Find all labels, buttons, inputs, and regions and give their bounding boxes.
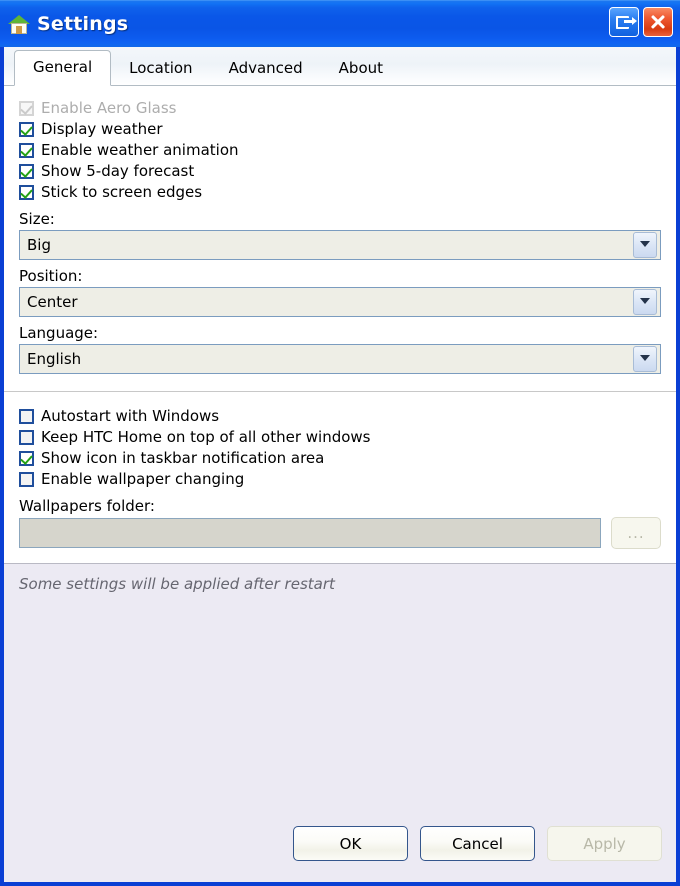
dropdown-position[interactable]: Center <box>19 287 661 317</box>
checkbox-row-show-tray-icon[interactable]: Show icon in taskbar notification area <box>19 448 661 469</box>
label-language: Language: <box>19 324 99 342</box>
dropdown-size[interactable]: Big <box>19 230 661 260</box>
wallpapers-folder-input[interactable] <box>19 518 601 548</box>
browse-folder-button[interactable]: ... <box>611 517 661 549</box>
checkbox-row-enable-aero-glass: Enable Aero Glass <box>19 98 661 119</box>
apply-button: Apply <box>547 826 662 861</box>
chevron-down-icon[interactable] <box>633 289 657 315</box>
checkbox-display-weather[interactable] <box>19 122 34 137</box>
dropdown-size-value: Big <box>27 235 51 254</box>
checkbox-label: Autostart with Windows <box>41 407 220 425</box>
tab-label: General <box>33 58 93 76</box>
tray-arrow-icon <box>624 17 637 25</box>
checkbox-label: Show 5-day forecast <box>41 162 195 180</box>
tab-label: About <box>338 59 384 77</box>
checkbox-label: Enable weather animation <box>41 141 239 159</box>
status-message: Some settings will be applied after rest… <box>19 575 335 593</box>
tab-content-general: Enable Aero Glass Display weather Enable… <box>4 86 676 882</box>
title-bar-buttons <box>609 7 673 37</box>
checkbox-enable-aero-glass <box>19 101 34 116</box>
checkbox-keep-on-top[interactable] <box>19 430 34 445</box>
tab-advanced[interactable]: Advanced <box>211 53 321 85</box>
checkbox-show-5-day-forecast[interactable] <box>19 164 34 179</box>
checkbox-row-enable-wallpaper-changing[interactable]: Enable wallpaper changing <box>19 469 661 490</box>
checkbox-row-stick-to-screen-edges[interactable]: Stick to screen edges <box>19 182 661 203</box>
close-button[interactable] <box>643 7 673 37</box>
cancel-button[interactable]: Cancel <box>420 826 535 861</box>
checkbox-label: Enable Aero Glass <box>41 99 177 117</box>
dropdown-language[interactable]: English <box>19 344 661 374</box>
window-title: Settings <box>37 13 129 35</box>
checkbox-row-display-weather[interactable]: Display weather <box>19 119 661 140</box>
chevron-down-icon[interactable] <box>633 346 657 372</box>
chevron-down-icon[interactable] <box>633 232 657 258</box>
dialog-footer: Some settings will be applied after rest… <box>4 563 676 882</box>
checkbox-row-show-5-day-forecast[interactable]: Show 5-day forecast <box>19 161 661 182</box>
label-position: Position: <box>19 267 83 285</box>
tab-label: Location <box>129 59 193 77</box>
checkbox-label: Stick to screen edges <box>41 183 203 201</box>
checkbox-label: Show icon in taskbar notification area <box>41 449 325 467</box>
checkbox-row-keep-on-top[interactable]: Keep HTC Home on top of all other window… <box>19 427 661 448</box>
minimize-to-tray-button[interactable] <box>609 7 639 37</box>
settings-window: Settings General Location Advanced About… <box>0 0 680 886</box>
dialog-button-bar: OK Cancel Apply <box>4 826 676 882</box>
tab-location[interactable]: Location <box>111 53 210 85</box>
title-bar: Settings <box>0 0 680 47</box>
tab-label: Advanced <box>228 59 303 77</box>
tab-general[interactable]: General <box>14 50 112 86</box>
system-settings-group: Autostart with Windows Keep HTC Home on … <box>4 392 676 563</box>
checkbox-label: Enable wallpaper changing <box>41 470 245 488</box>
checkbox-row-enable-weather-animation[interactable]: Enable weather animation <box>19 140 661 161</box>
label-wallpapers-folder: Wallpapers folder: <box>19 497 155 515</box>
checkbox-row-autostart-with-windows[interactable]: Autostart with Windows <box>19 406 661 427</box>
checkbox-label: Display weather <box>41 120 163 138</box>
checkbox-show-tray-icon[interactable] <box>19 451 34 466</box>
checkbox-stick-to-screen-edges[interactable] <box>19 185 34 200</box>
display-settings-group: Enable Aero Glass Display weather Enable… <box>4 86 676 391</box>
close-icon <box>650 14 666 30</box>
checkbox-enable-weather-animation[interactable] <box>19 143 34 158</box>
checkbox-autostart-with-windows[interactable] <box>19 409 34 424</box>
ok-button[interactable]: OK <box>293 826 408 861</box>
dropdown-position-value: Center <box>27 292 78 311</box>
checkbox-enable-wallpaper-changing[interactable] <box>19 472 34 487</box>
house-icon <box>8 13 30 35</box>
checkbox-label: Keep HTC Home on top of all other window… <box>41 428 371 446</box>
label-size: Size: <box>19 210 55 228</box>
tab-strip: General Location Advanced About <box>4 47 676 86</box>
wallpapers-folder-row: ... <box>19 517 661 549</box>
dropdown-language-value: English <box>27 349 82 368</box>
tab-about[interactable]: About <box>321 53 401 85</box>
